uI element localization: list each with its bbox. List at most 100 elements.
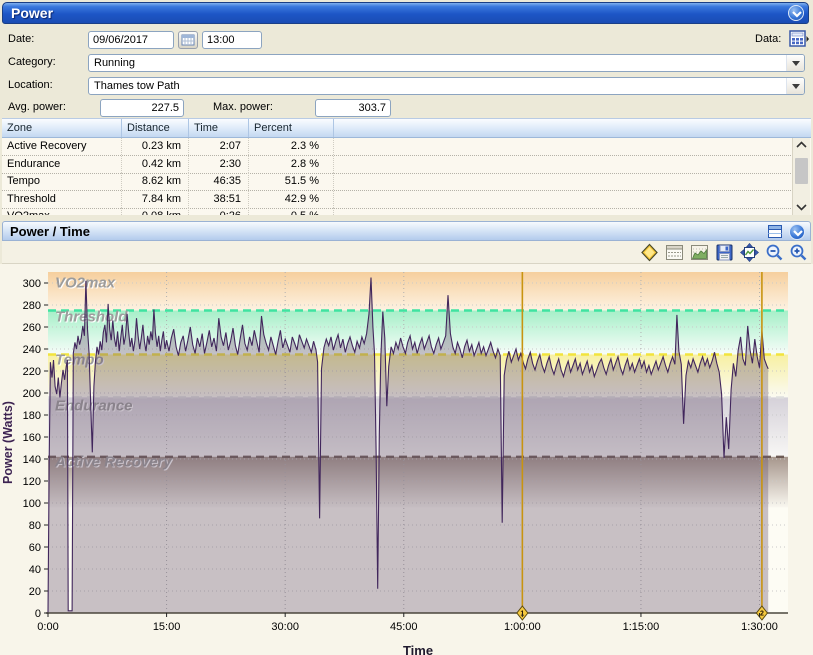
save-button[interactable] <box>715 243 734 262</box>
chart-panel-titlebar: Power / Time <box>2 221 811 241</box>
y-tick-label: 260 <box>23 322 41 334</box>
layout-button[interactable] <box>768 225 782 241</box>
zone-table-row[interactable]: Tempo 8.62 km 46:35 51.5 % <box>2 173 793 191</box>
y-tick-label: 100 <box>23 498 41 510</box>
data-grid-button[interactable] <box>789 30 809 48</box>
collapse-chevron-button[interactable] <box>788 5 804 21</box>
location-combobox[interactable]: Thames tow Path <box>88 77 805 95</box>
zone-cell: 38:51 <box>189 190 249 208</box>
data-label: Data: <box>755 33 782 45</box>
power-panel-titlebar: Power <box>2 2 809 24</box>
x-tick-label: 45:00 <box>390 621 418 633</box>
zone-cell: Endurance <box>2 155 122 173</box>
zone-cell: 2.8 % <box>249 155 334 173</box>
zone-cell: 0.42 km <box>122 155 189 173</box>
zoom-in-button[interactable] <box>789 243 808 262</box>
zone-cell: Tempo <box>2 173 122 190</box>
y-tick-label: 280 <box>23 300 41 312</box>
power-time-chart[interactable]: VO2maxVO2maxThresholdThresholdTempoTempo… <box>0 264 813 655</box>
calendar-icon <box>181 34 195 46</box>
y-tick-label: 220 <box>23 366 41 378</box>
date-field[interactable]: 09/06/2017 <box>88 31 174 49</box>
y-tick-label: 40 <box>29 564 41 576</box>
zone-cell: Active Recovery <box>2 138 122 155</box>
column-header-zone[interactable]: Zone <box>2 119 122 137</box>
chevron-down-icon <box>793 230 803 237</box>
data-table-icon <box>666 245 683 260</box>
zone-cell: Threshold <box>2 190 122 208</box>
chart-style-icon <box>691 245 708 260</box>
collapse-chevron-button[interactable] <box>789 224 805 240</box>
zone-cell: 42.9 % <box>249 190 334 208</box>
y-tick-label: 120 <box>23 476 41 488</box>
interval-marker-number: 2 <box>760 611 764 618</box>
chevron-up-icon <box>796 141 807 148</box>
calendar-button[interactable] <box>178 31 198 49</box>
zone-table-row[interactable]: Threshold 7.84 km 38:51 42.9 % <box>2 190 793 209</box>
x-tick-label: 30:00 <box>271 621 299 633</box>
layout-icon <box>768 225 782 238</box>
column-header-distance[interactable]: Distance <box>122 119 189 137</box>
zone-table-body: Active Recovery 0.23 km 2:07 2.3 % Endurance… <box>2 138 793 215</box>
zone-cell: 0.5 % <box>249 208 334 215</box>
zone-cell: 2:07 <box>189 138 249 155</box>
scroll-down-button[interactable] <box>793 200 810 215</box>
zone-cell: 0:26 <box>189 208 249 215</box>
x-tick-label: 1:00:00 <box>504 621 541 633</box>
training-analysis-window: { "panel_power": { "title": "Power", "fi… <box>0 0 813 655</box>
x-tick-label: 0:00 <box>37 621 58 633</box>
x-axis-title: Time <box>403 643 433 655</box>
zoom-in-icon <box>790 244 807 261</box>
zone-cell: 2:30 <box>189 155 249 173</box>
zoom-out-button[interactable] <box>765 243 784 262</box>
dropdown-arrow-icon[interactable] <box>786 78 804 94</box>
y-tick-label: 240 <box>23 344 41 356</box>
zoom-out-icon <box>766 244 783 261</box>
avg-power-label: Avg. power: <box>8 101 66 113</box>
y-tick-label: 300 <box>23 278 41 290</box>
x-tick-label: 1:30:00 <box>741 621 778 633</box>
zone-cell: 2.3 % <box>249 138 334 155</box>
zone-table-header: Zone Distance Time Percent <box>2 119 811 138</box>
interval-marker-button[interactable] <box>640 243 659 262</box>
pan-view-icon <box>740 243 759 262</box>
zone-label: Threshold <box>55 309 128 326</box>
max-power-field[interactable]: 303.7 <box>315 99 391 117</box>
y-tick-label: 60 <box>29 542 41 554</box>
zone-cell: 0.23 km <box>122 138 189 155</box>
chart-style-button[interactable] <box>690 243 709 262</box>
y-tick-label: 200 <box>23 388 41 400</box>
zone-cell: 8.62 km <box>122 173 189 190</box>
category-combobox[interactable]: Running <box>88 54 805 72</box>
chevron-down-icon <box>792 11 802 18</box>
zone-table-scrollbar[interactable] <box>792 138 810 215</box>
zone-cell: VO2max <box>2 208 122 215</box>
zone-table: Zone Distance Time Percent Active Recove… <box>2 118 811 215</box>
chevron-down-icon <box>796 204 807 211</box>
avg-power-field[interactable]: 227.5 <box>100 99 184 117</box>
max-power-label: Max. power: <box>213 101 273 113</box>
power-panel-title: Power <box>11 5 54 21</box>
scroll-up-button[interactable] <box>793 138 810 153</box>
y-axis-title: Power (Watts) <box>1 401 15 484</box>
y-tick-label: 140 <box>23 454 41 466</box>
y-tick-label: 0 <box>35 608 41 620</box>
zone-table-row[interactable]: VO2max0.08 km0:260.5 % <box>2 208 793 215</box>
pan-view-button[interactable] <box>740 243 759 262</box>
column-header-time[interactable]: Time <box>189 119 249 137</box>
date-label: Date: <box>8 33 35 45</box>
scrollbar-thumb[interactable] <box>795 158 808 184</box>
y-tick-label: 80 <box>29 520 41 532</box>
zone-cell: 7.84 km <box>122 190 189 208</box>
column-header-percent[interactable]: Percent <box>249 119 334 137</box>
time-field[interactable]: 13:00 <box>202 31 262 49</box>
zone-table-row[interactable]: Active Recovery 0.23 km 2:07 2.3 % <box>2 138 793 156</box>
y-tick-label: 180 <box>23 410 41 422</box>
zone-table-row[interactable]: Endurance 0.42 km 2:30 2.8 % <box>2 155 793 174</box>
data-table-button[interactable] <box>665 243 684 262</box>
location-label: Location: <box>8 79 53 91</box>
chart-toolbar <box>2 241 811 264</box>
dropdown-arrow-icon[interactable] <box>786 55 804 71</box>
data-grid-icon <box>789 30 809 47</box>
category-value: Running <box>94 57 135 69</box>
